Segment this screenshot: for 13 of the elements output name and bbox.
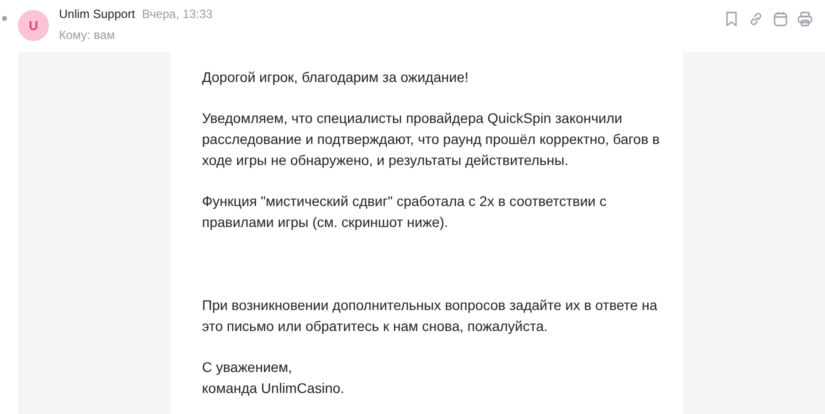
sender-name: Unlim Support: [59, 6, 136, 23]
message-paragraph: Уведомляем, что специалисты провайдера QuickSpin закончили расследование и подтверждают, что раунд прошёл корректно, багов в ходе игры не обнаружено, и результаты действительны.: [202, 109, 660, 170]
message-paragraph: Функция "мистический сдвиг" сработала с 2x в соответствии с правилами игры (см. скриншот ниже).: [202, 192, 607, 232]
message-paragraph: Дорогой игрок, благодарим за ожидание!: [202, 68, 468, 87]
avatar: U: [18, 10, 49, 41]
message-paragraph: При возникновении дополнительных вопросов задайте их в ответе на это письмо или обратитесь к нам снова, пожалуйста.: [202, 296, 658, 336]
bookmark-icon[interactable]: [724, 11, 739, 27]
calendar-icon[interactable]: [773, 11, 788, 27]
message-time: Вчера, 13:33: [142, 6, 213, 23]
recipient-label: Кому: вам: [59, 27, 116, 44]
print-icon[interactable]: [797, 11, 813, 27]
link-icon[interactable]: [748, 11, 764, 27]
message-paragraph: С уважением, команда UnlimCasino.: [202, 358, 344, 398]
